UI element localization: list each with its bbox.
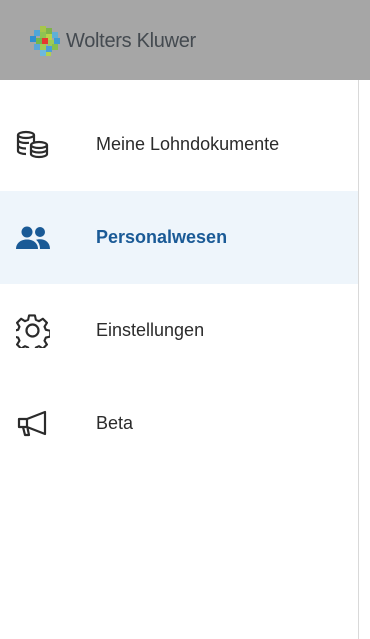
megaphone-icon <box>14 405 52 443</box>
sidebar-item-beta[interactable]: Beta <box>0 377 358 470</box>
sidebar-nav: Meine Lohndokumente Personalwesen Einste… <box>0 98 358 470</box>
sidebar-item-meine-lohndokumente[interactable]: Meine Lohndokumente <box>0 98 358 191</box>
main-area: Meine Lohndokumente Personalwesen Einste… <box>0 80 370 639</box>
sidebar-item-label: Beta <box>96 413 134 433</box>
wolters-kluwer-logo-icon <box>30 26 60 56</box>
sidebar-divider <box>358 80 359 639</box>
brand-name: Wolters Kluwer <box>66 30 196 52</box>
sidebar-item-einstellungen[interactable]: Einstellungen <box>0 284 358 377</box>
sidebar-item-label: Meine Lohndokumente <box>96 134 280 154</box>
sidebar-item-personalwesen[interactable]: Personalwesen <box>0 191 358 284</box>
brand-logo[interactable]: Wolters Kluwer <box>30 26 196 56</box>
app-header: Wolters Kluwer <box>0 0 370 80</box>
gear-icon <box>14 312 52 350</box>
users-icon <box>14 219 52 257</box>
sidebar-item-label: Einstellungen <box>96 320 205 340</box>
coins-stack-icon <box>14 126 52 164</box>
sidebar-item-label: Personalwesen <box>96 227 228 247</box>
